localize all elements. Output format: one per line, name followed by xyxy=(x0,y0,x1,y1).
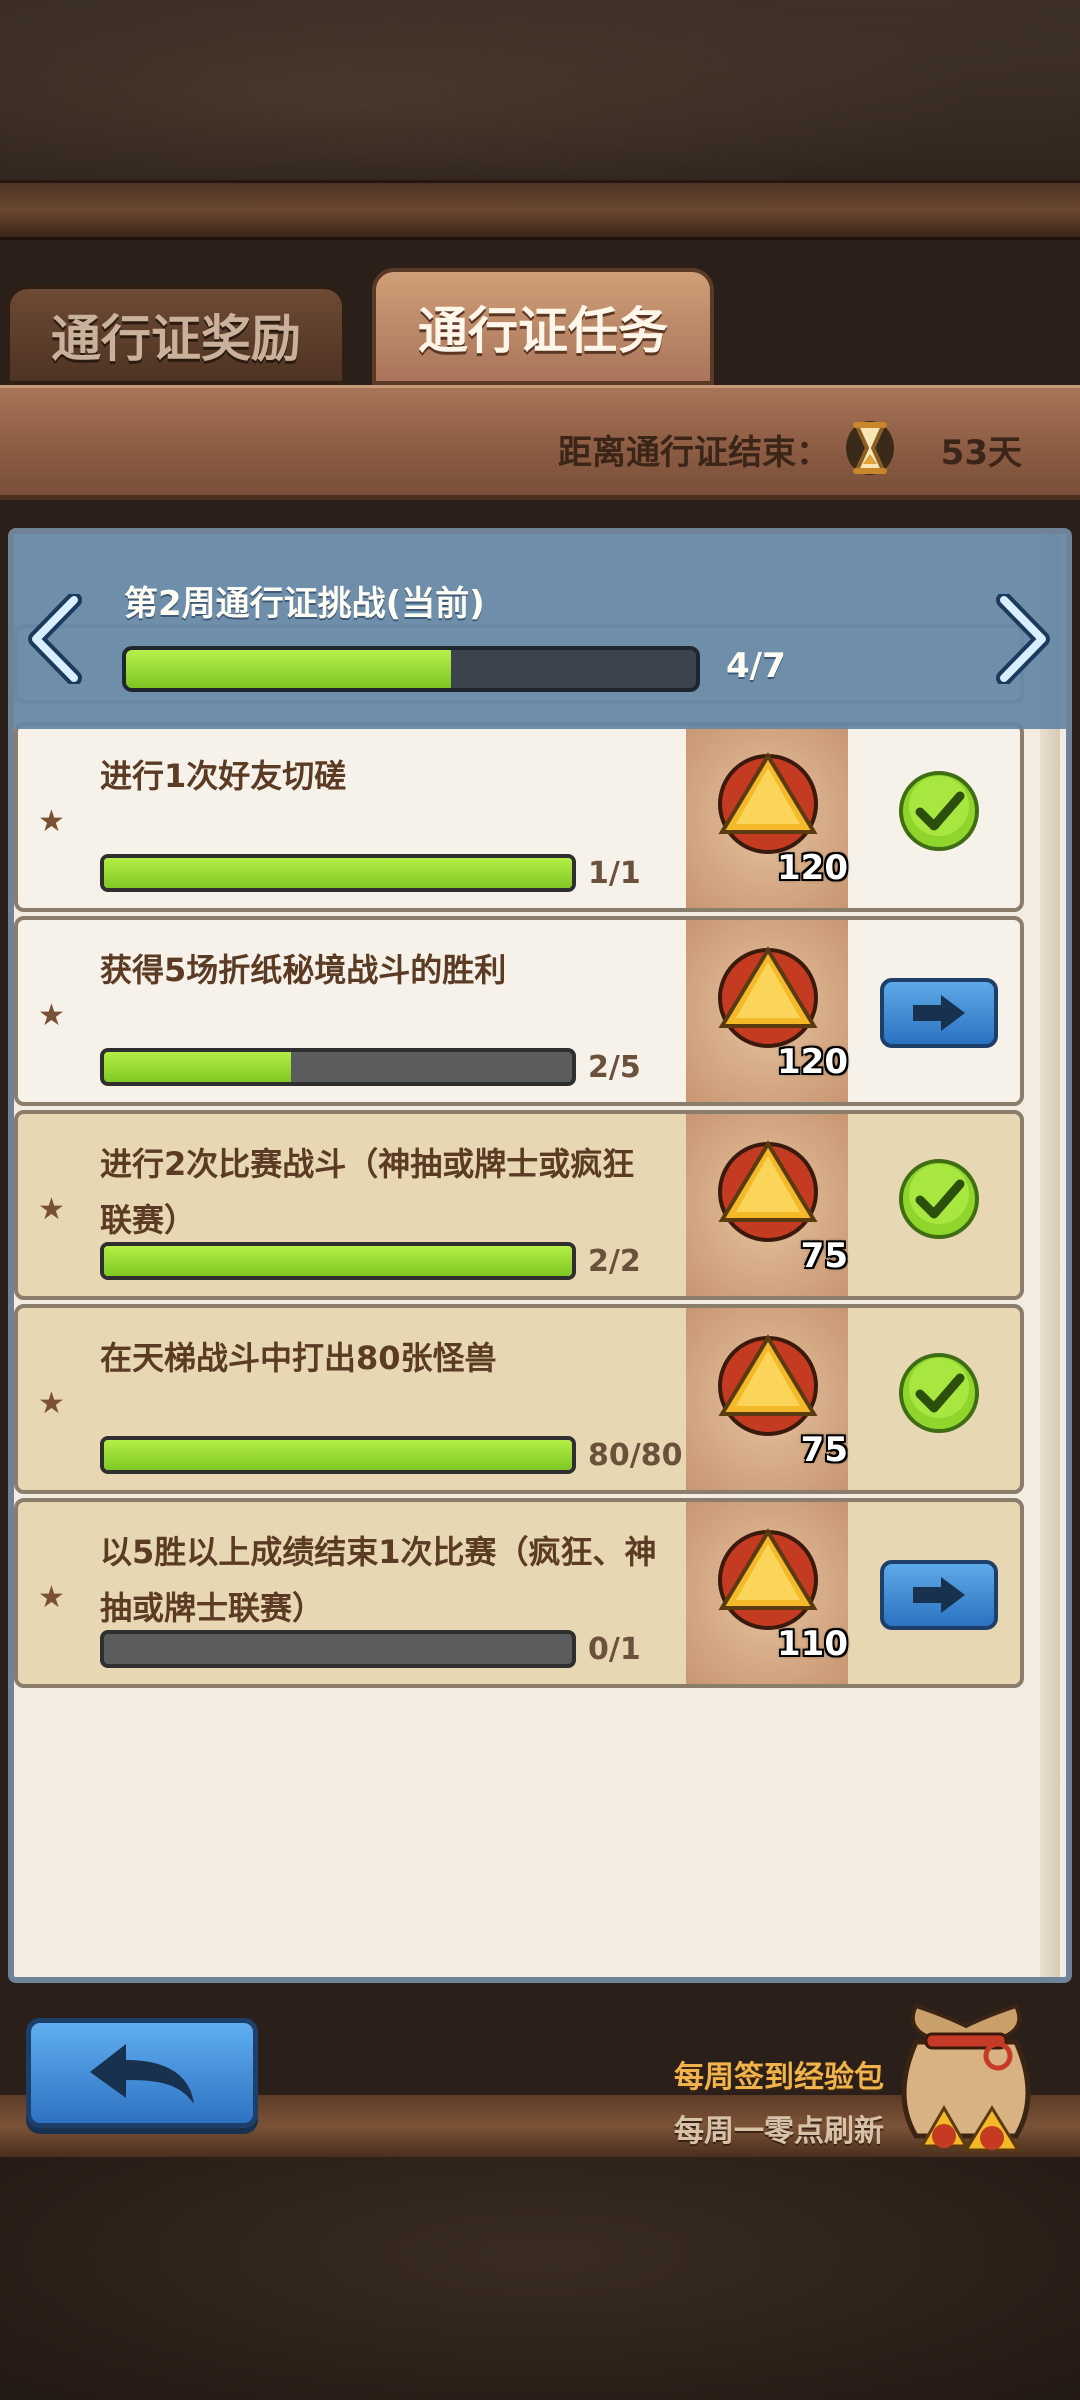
task-progress-fill xyxy=(104,1052,292,1082)
exp-gem-icon xyxy=(718,1528,818,1630)
task-row: ★ 进行2次比赛战斗（神抽或牌士或疯狂联赛） 2/2 75 xyxy=(14,1110,1024,1300)
tab-pass-rewards[interactable]: 通行证奖励 xyxy=(6,285,346,385)
task-progress-count: 80/80 xyxy=(588,1438,683,1473)
task-description: 进行1次好友切磋 xyxy=(100,757,347,795)
exp-pack-bag-icon[interactable] xyxy=(886,1996,1046,2156)
reward-column: 75 xyxy=(686,1114,848,1296)
task-progress-bar xyxy=(100,1048,576,1086)
star-icon: ★ xyxy=(38,804,65,839)
reward-column: 120 xyxy=(686,726,848,908)
task-progress-fill xyxy=(104,1246,572,1276)
task-description: 获得5场折纸秘境战斗的胜利 xyxy=(100,951,507,989)
task-description: 以5胜以上成绩结束1次比赛（疯狂、神抽或牌士联赛） xyxy=(100,1533,657,1627)
completed-check-button[interactable] xyxy=(880,1156,998,1242)
star-icon: ★ xyxy=(38,1192,65,1227)
task-progress-fill xyxy=(104,858,572,888)
arrow-right-icon xyxy=(913,1577,965,1613)
week-progress-fill xyxy=(126,650,451,688)
task-row: ★ 进行1次好友切磋 1/1 120 xyxy=(14,722,1024,912)
week-title: 第2周通行证挑战(当前) xyxy=(124,584,485,624)
exp-gem-icon xyxy=(718,1140,818,1242)
exp-gem-icon xyxy=(718,752,818,854)
star-icon: ★ xyxy=(38,998,65,1033)
weekly-pack-subtitle: 每周一零点刷新 xyxy=(674,2114,884,2149)
exp-gem-icon xyxy=(718,946,818,1048)
week-challenge-header: 第2周通行证挑战(当前) 4/7 xyxy=(14,534,1066,729)
next-week-arrow-icon[interactable] xyxy=(992,594,1052,684)
hourglass-icon xyxy=(846,421,894,475)
bottom-background xyxy=(0,2157,1080,2400)
reward-column: 75 xyxy=(686,1308,848,1490)
arrow-right-icon xyxy=(913,995,965,1031)
completed-check-button[interactable] xyxy=(880,1350,998,1436)
week-progress-count: 4/7 xyxy=(726,646,786,686)
previous-week-arrow-icon[interactable] xyxy=(26,594,86,684)
task-progress-count: 1/1 xyxy=(588,856,641,891)
top-wood-beam xyxy=(0,180,1080,240)
weekly-pack-title: 每周签到经验包 xyxy=(674,2060,884,2095)
check-icon xyxy=(899,1353,979,1433)
reward-amount: 75 xyxy=(800,1430,848,1470)
check-icon xyxy=(899,771,979,851)
task-row: ★ 在天梯战斗中打出80张怪兽 80/80 75 xyxy=(14,1304,1024,1494)
reward-amount: 120 xyxy=(777,848,848,888)
panel-scroll-edge xyxy=(1040,534,1060,1977)
reward-amount: 120 xyxy=(777,1042,848,1082)
task-row: ★ 以5胜以上成绩结束1次比赛（疯狂、神抽或牌士联赛） 0/1 110 xyxy=(14,1498,1024,1688)
reward-column: 110 xyxy=(686,1502,848,1684)
task-description: 在天梯战斗中打出80张怪兽 xyxy=(100,1339,497,1377)
star-icon: ★ xyxy=(38,1580,65,1615)
completed-check-button[interactable] xyxy=(880,768,998,854)
back-arrow-icon xyxy=(90,2044,194,2104)
reward-column: 120 xyxy=(686,920,848,1102)
reward-amount: 75 xyxy=(800,1236,848,1276)
tasks-panel: ★ 进行1次好友切磋 1/1 120 ★ 获得5场折纸秘境战斗的胜利 2/5 1… xyxy=(8,528,1072,1983)
countdown-bar xyxy=(0,385,1080,500)
task-progress-bar xyxy=(100,1630,576,1668)
reward-amount: 110 xyxy=(777,1624,848,1664)
countdown-value: 53天 xyxy=(940,433,1022,473)
back-button[interactable] xyxy=(26,2018,258,2128)
exp-gem-icon xyxy=(718,1334,818,1436)
task-progress-count: 0/1 xyxy=(588,1632,641,1667)
task-progress-bar xyxy=(100,1436,576,1474)
tab-pass-tasks[interactable]: 通行证任务 xyxy=(372,268,714,385)
week-progress-bar xyxy=(122,646,700,692)
task-progress-count: 2/2 xyxy=(588,1244,641,1279)
task-description: 进行2次比赛战斗（神抽或牌士或疯狂联赛） xyxy=(100,1145,635,1239)
task-progress-fill xyxy=(104,1440,572,1470)
task-row: ★ 获得5场折纸秘境战斗的胜利 2/5 120 xyxy=(14,916,1024,1106)
countdown-label: 距离通行证结束： xyxy=(558,433,830,473)
task-progress-count: 2/5 xyxy=(588,1050,641,1085)
task-progress-bar xyxy=(100,1242,576,1280)
task-progress-bar xyxy=(100,854,576,892)
go-button[interactable] xyxy=(880,978,998,1048)
go-button[interactable] xyxy=(880,1560,998,1630)
check-icon xyxy=(899,1159,979,1239)
star-icon: ★ xyxy=(38,1386,65,1421)
